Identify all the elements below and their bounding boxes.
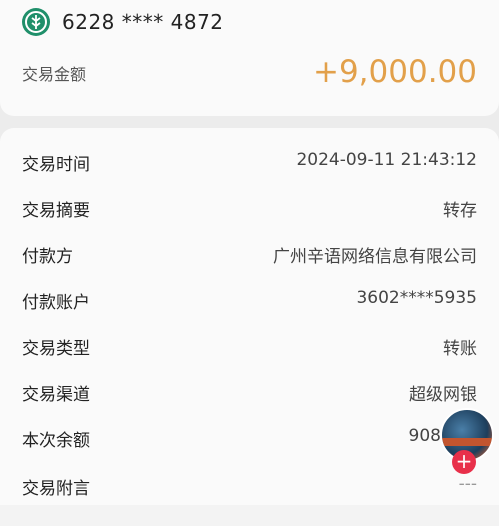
detail-row-channel: 交易渠道 超级网银 xyxy=(0,376,499,406)
detail-label: 交易类型 xyxy=(22,339,90,359)
account-row: 6228 **** 4872 xyxy=(22,7,224,37)
bank-logo-icon xyxy=(22,8,50,36)
detail-value: 转账 xyxy=(443,339,477,359)
detail-row-summary: 交易摘要 转存 xyxy=(0,192,499,222)
thumbnail-image xyxy=(442,438,492,446)
amount-value: +9,000.00 xyxy=(312,54,477,90)
detail-row-type: 交易类型 转账 xyxy=(0,330,499,360)
detail-value: 广州辛语网络信息有限公司 xyxy=(273,247,477,267)
detail-value: 3602****5935 xyxy=(356,288,477,308)
account-summary-card: 6228 **** 4872 交易金额 +9,000.00 xyxy=(0,0,499,116)
detail-label: 交易摘要 xyxy=(22,201,90,221)
detail-row-balance: 本次余额 908 xyxy=(0,422,499,452)
detail-label: 付款账户 xyxy=(22,293,90,313)
transaction-details-card: 交易时间 2024-09-11 21:43:12 交易摘要 转存 付款方 广州辛… xyxy=(0,128,499,526)
detail-row-memo: 交易附言 --- xyxy=(0,470,499,500)
detail-label: 交易附言 xyxy=(22,479,90,499)
detail-value: 超级网银 xyxy=(409,385,477,405)
add-plus-button[interactable]: + xyxy=(452,450,476,474)
detail-value: 908 xyxy=(408,426,441,446)
amount-label: 交易金额 xyxy=(22,65,87,84)
account-number: 6228 **** 4872 xyxy=(62,10,224,34)
detail-row-payer: 付款方 广州辛语网络信息有限公司 xyxy=(0,238,499,268)
detail-label: 本次余额 xyxy=(22,431,90,451)
bottom-edge xyxy=(0,505,499,526)
detail-row-payer-account: 付款账户 3602****5935 xyxy=(0,284,499,314)
detail-label: 交易渠道 xyxy=(22,385,90,405)
detail-label: 付款方 xyxy=(22,247,73,267)
detail-label: 交易时间 xyxy=(22,155,90,175)
detail-value: 2024-09-11 21:43:12 xyxy=(296,150,477,170)
detail-value: --- xyxy=(458,474,477,494)
detail-row-time: 交易时间 2024-09-11 21:43:12 xyxy=(0,146,499,176)
detail-value: 转存 xyxy=(443,201,477,221)
